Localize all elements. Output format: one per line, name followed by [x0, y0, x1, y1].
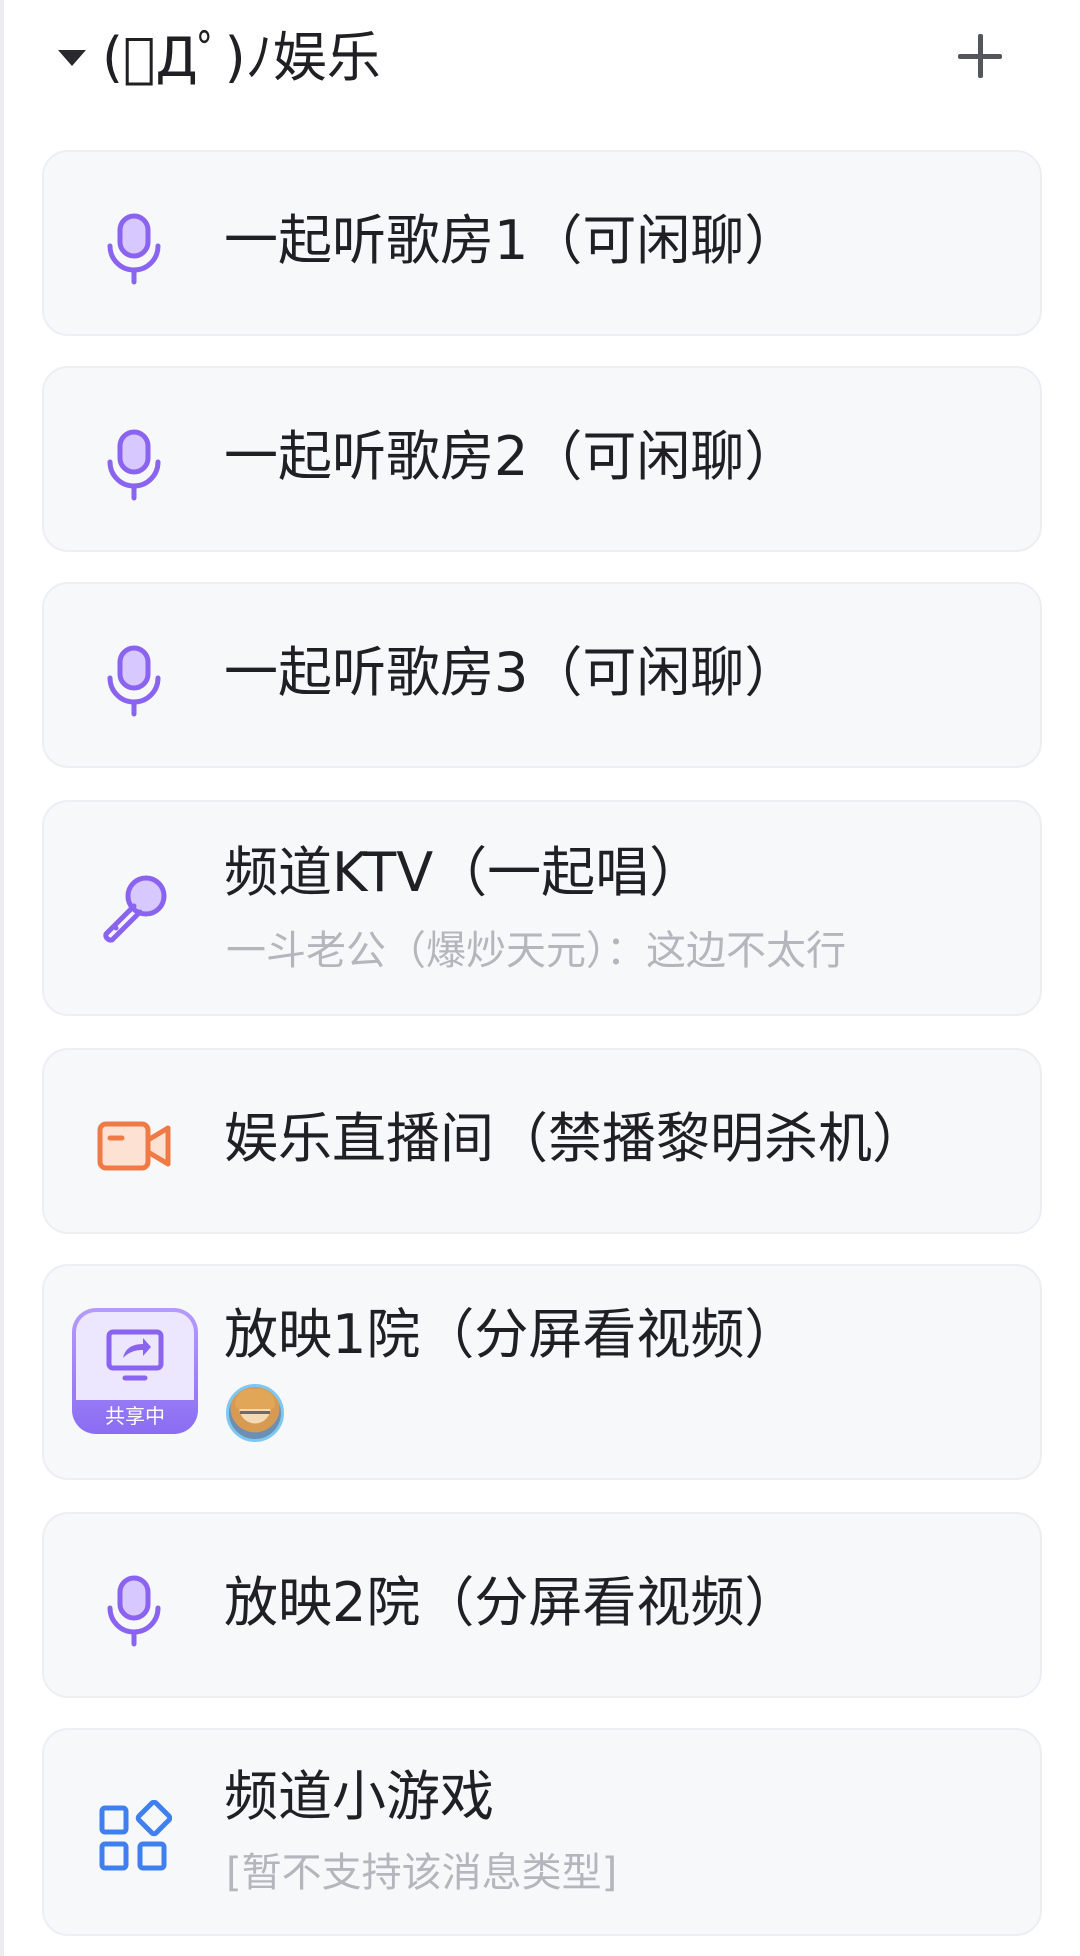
screen-sharing-badge: 共享中 [72, 1308, 198, 1434]
channel-title: 频道小游戏 [224, 1765, 494, 1828]
channel-item-live-room[interactable]: 娱乐直播间（禁播黎明杀机） [42, 1048, 1042, 1234]
microphone-icon [107, 1575, 161, 1647]
sharing-status-label: 共享中 [105, 1404, 165, 1428]
group-title: (ﾟДﾟ)ﾉ娱乐 [102, 26, 381, 89]
channel-item-mini-games[interactable]: 频道小游戏 [暂不支持该消息类型] [42, 1728, 1042, 1936]
channel-list-page: (ﾟДﾟ)ﾉ娱乐 一起听歌房1（可闲聊） 一起听歌房2（可闲聊） 一起听歌房3（… [0, 0, 1080, 1956]
channel-title: 放映1院（分屏看视频） [224, 1303, 799, 1366]
channel-item-listen-room-3[interactable]: 一起听歌房3（可闲聊） [42, 582, 1042, 768]
member-avatar[interactable] [226, 1384, 284, 1442]
channel-item-screening-2[interactable]: 放映2院（分屏看视频） [42, 1512, 1042, 1698]
channel-item-screening-1[interactable]: 共享中 放映1院（分屏看视频） [42, 1264, 1042, 1480]
channel-title: 娱乐直播间（禁播黎明杀机） [224, 1107, 926, 1170]
channel-title: 一起听歌房2（可闲聊） [224, 425, 799, 488]
last-message-preview: 一斗老公（爆炒天元）：这边不太行 [226, 928, 846, 974]
channel-group-header[interactable]: (ﾟДﾟ)ﾉ娱乐 [0, 0, 1080, 120]
channel-title: 放映2院（分屏看视频） [224, 1571, 799, 1634]
collapse-caret-icon[interactable] [58, 50, 86, 66]
channel-title: 一起听歌房3（可闲聊） [224, 641, 799, 704]
channel-item-listen-room-1[interactable]: 一起听歌房1（可闲聊） [42, 150, 1042, 336]
microphone-icon [107, 429, 161, 501]
add-channel-button[interactable] [950, 26, 1010, 86]
karaoke-microphone-icon [103, 875, 167, 943]
last-message-preview: [暂不支持该消息类型] [226, 1850, 618, 1896]
channel-title: 一起听歌房1（可闲聊） [224, 209, 799, 272]
channel-title: 频道KTV（一起唱） [224, 841, 704, 904]
left-edge-divider [0, 0, 4, 1956]
video-camera-icon [97, 1121, 171, 1171]
mini-apps-icon [99, 1800, 172, 1871]
channel-item-ktv[interactable]: 频道KTV（一起唱） 一斗老公（爆炒天元）：这边不太行 [42, 800, 1042, 1016]
screen-share-icon [106, 1329, 164, 1381]
microphone-icon [107, 213, 161, 285]
microphone-icon [107, 645, 161, 717]
channel-item-listen-room-2[interactable]: 一起听歌房2（可闲聊） [42, 366, 1042, 552]
